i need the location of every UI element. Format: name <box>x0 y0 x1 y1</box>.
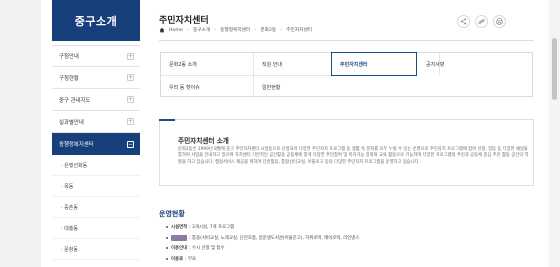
bullet-icon <box>166 247 168 250</box>
toolbar <box>457 15 506 28</box>
header-divider <box>159 40 534 41</box>
sidebar-item-label: 중구 관내지도 <box>59 97 91 104</box>
operations-label: 프로그램 <box>171 234 188 241</box>
list-item: 시설면적 : 3개시설, 7개 프로그램 <box>166 222 526 233</box>
intro-accent-bar <box>159 119 175 121</box>
breadcrumb: Home › 중구소개 › 동행정복지센터 › 문화2동 › 주민자치센터 <box>159 27 312 33</box>
tab-dong-intro[interactable]: 문화2동 소개 <box>161 53 253 75</box>
list-item: 이용료 : 무료 <box>166 254 526 265</box>
breadcrumb-current: 주민자치센터 <box>286 28 313 33</box>
tab-label: 문화2동 소개 <box>169 61 197 68</box>
chevron-right-icon: › <box>280 27 283 33</box>
sidebar-item-community-center[interactable]: 동행정복지센터 − <box>52 133 140 155</box>
sidebar-item-district-map[interactable]: 중구 관내지도 + <box>52 89 140 111</box>
sidebar: 중구소개 구청안내 + 구청현황 + 중구 관내지도 + 실과별안내 + 동행정… <box>52 0 140 260</box>
sidebar-heading: 중구소개 <box>52 0 140 41</box>
bullet-icon <box>166 257 168 260</box>
list-item: 이용안내 : 수시 신청 및 접수 <box>166 243 526 254</box>
scrollbar-thumb[interactable] <box>552 38 557 100</box>
sidebar-item-label: 구청안내 <box>59 54 79 60</box>
tab-label: 우리 동 핫이슈 <box>169 84 200 91</box>
breadcrumb-home[interactable]: Home <box>169 28 183 33</box>
sidebar-item-label: 구청현황 <box>59 75 79 82</box>
sidebar-subitem[interactable]: · 대흥동 <box>52 218 140 239</box>
operations-label: 시설면적 <box>171 225 188 231</box>
operations-title: 운영현황 <box>159 210 185 218</box>
plus-icon: + <box>127 118 134 125</box>
operations-value: : 통용(서비교실, 노래교실, 단전호흡, 일문생도서관(어울문고), 하위로… <box>189 235 360 241</box>
breadcrumb-item[interactable]: 동행정복지센터 <box>220 27 250 33</box>
chevron-right-icon: › <box>214 27 217 33</box>
share-button[interactable] <box>457 15 470 28</box>
intro-body: 문화2동은 1999년 8월에 중구 주민자치센터 시범동으로 선정되어 다양한… <box>178 147 529 165</box>
link-icon <box>478 19 485 24</box>
print-button[interactable] <box>493 15 506 28</box>
plus-icon: + <box>127 52 134 60</box>
tab-label: 주민자치센터 <box>340 61 368 68</box>
tab-label: 일반현황 <box>262 84 281 91</box>
plus-icon: + <box>127 96 134 103</box>
breadcrumb-item[interactable]: 중구소개 <box>193 27 210 33</box>
operations-value: : 수시 신청 및 접수 <box>189 246 225 252</box>
share-icon <box>460 18 467 25</box>
tab-hot-issue[interactable]: 우리 동 핫이슈 <box>161 76 253 98</box>
operations-label: 이용안내 <box>171 246 188 252</box>
tab-general-status[interactable]: 일반현황 <box>254 76 346 98</box>
minus-icon: − <box>127 140 134 148</box>
sidebar-subitem[interactable]: · 은행선화동 <box>52 155 140 176</box>
list-item: 프로그램 : 통용(서비교실, 노래교실, 단전호흡, 일문생도서관(어울문고)… <box>166 233 526 244</box>
page-title: 주민자치센터 <box>159 16 209 26</box>
sidebar-item-department-guide[interactable]: 실과별안내 + <box>52 111 140 133</box>
sidebar-item-office-guide[interactable]: 구청안내 + <box>52 45 140 67</box>
home-icon <box>159 27 165 33</box>
operations-label: 이용료 <box>171 256 184 262</box>
operations-value: : 3개시설, 7개 프로그램 <box>189 225 235 231</box>
intro-box: 주민자치센터 소개 문화2동은 1999년 8월에 중구 주민자치센터 시범동으… <box>159 119 534 186</box>
bullet-icon <box>166 236 168 239</box>
sidebar-item-label: 실과별안내 <box>59 119 84 126</box>
tab-grid: 문화2동 소개 직원 안내 주민자치센터 공지사항 우리 동 핫이슈 일반현황 <box>160 52 533 97</box>
sidebar-subitem[interactable]: · 목동 <box>52 176 140 197</box>
chevron-right-icon: › <box>186 27 189 33</box>
sidebar-item-office-status[interactable]: 구청현황 + <box>52 67 140 89</box>
sidebar-subitem[interactable]: · 문창동 <box>52 239 140 260</box>
tab-label: 공지사항 <box>426 61 445 68</box>
chevron-right-icon: › <box>254 27 257 33</box>
link-button[interactable] <box>475 15 488 28</box>
tab-label: 직원 안내 <box>262 61 282 68</box>
tab-community-center[interactable]: 주민자치센터 <box>331 52 417 76</box>
plus-icon: + <box>127 74 134 81</box>
sidebar-subitem[interactable]: · 중촌동 <box>52 197 140 218</box>
operations-value: : 무료 <box>185 256 197 262</box>
bullet-icon <box>166 226 168 229</box>
operations-list: 시설면적 : 3개시설, 7개 프로그램 프로그램 : 통용(서비교실, 노래교… <box>166 222 526 264</box>
tab-notice[interactable]: 공지사항 <box>418 53 510 75</box>
breadcrumb-item[interactable]: 문화2동 <box>260 27 276 33</box>
intro-title: 주민자치센터 소개 <box>178 137 229 145</box>
sidebar-gutter <box>0 0 41 267</box>
print-icon <box>496 18 503 25</box>
sidebar-item-label: 동행정복지센터 <box>59 142 94 148</box>
